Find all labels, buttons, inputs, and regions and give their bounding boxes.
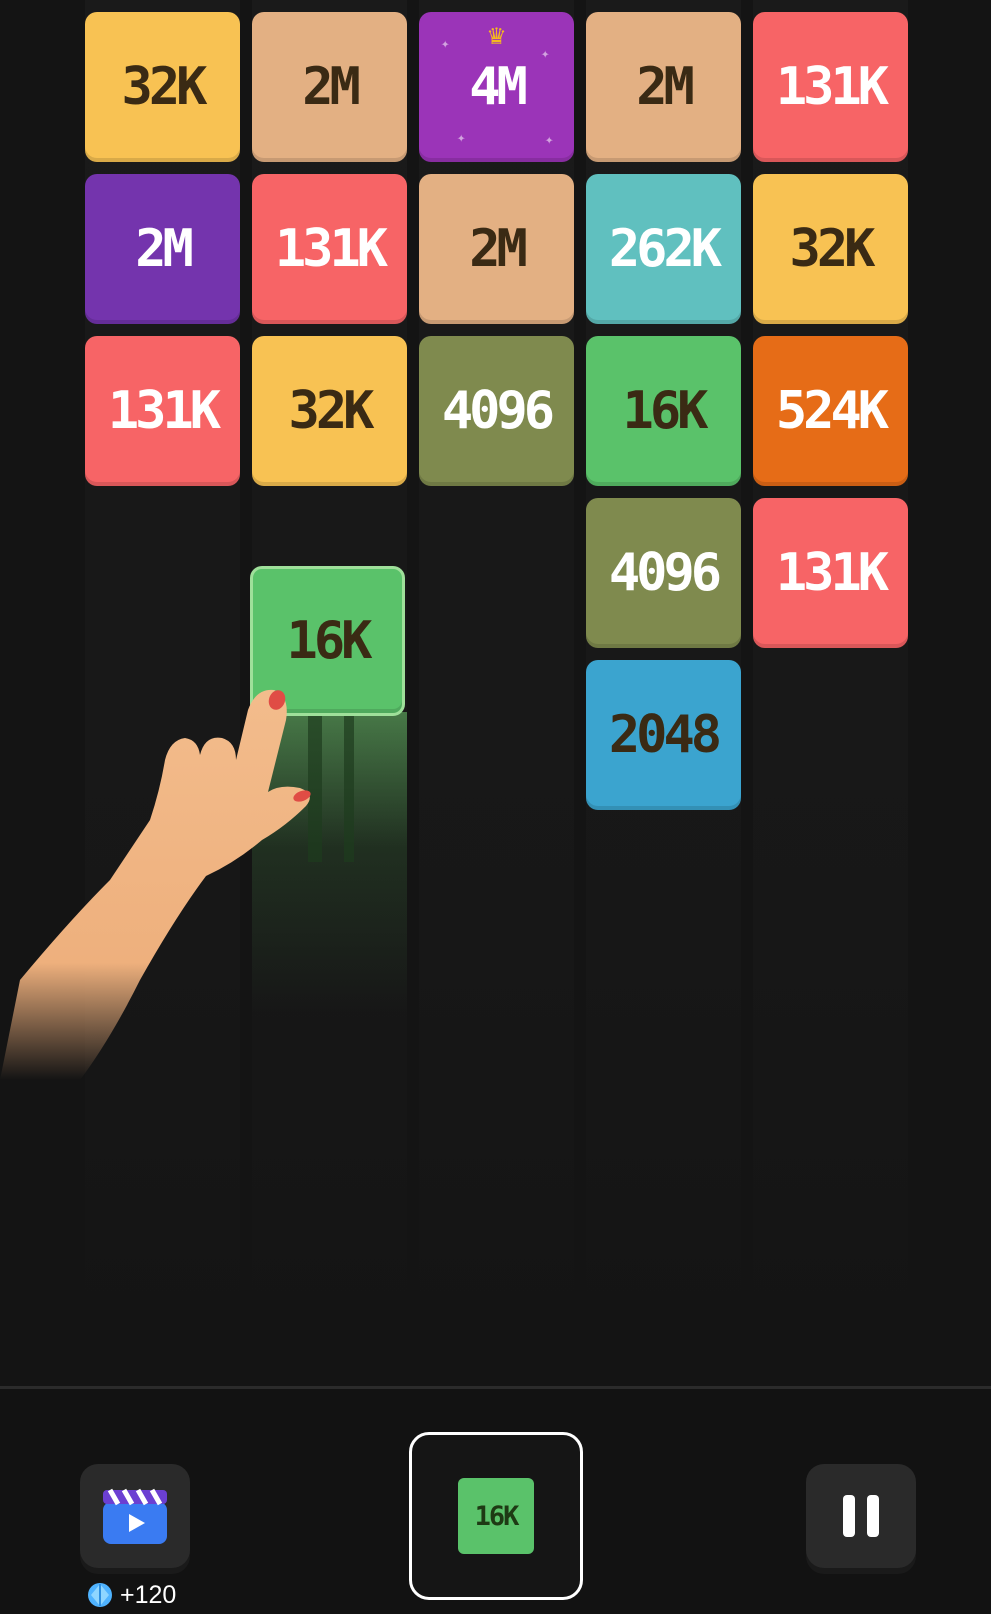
drop-trail — [252, 712, 407, 1012]
board-tile: 32K — [85, 12, 240, 162]
board-tile: 2M — [252, 12, 407, 162]
sparkle-icon: ✦ — [457, 130, 466, 146]
next-tile: 16K — [458, 1478, 534, 1554]
board-tile: 32K — [753, 174, 908, 324]
board-tile: 524K — [753, 336, 908, 486]
board-tile: 131K — [753, 12, 908, 162]
video-reward: +120 — [86, 1578, 176, 1612]
sparkle-icon: ✦ — [545, 132, 554, 148]
pause-icon — [843, 1495, 855, 1537]
board-tile: 2048 — [586, 660, 741, 810]
board-tile: 4096 — [586, 498, 741, 648]
trail-streak — [308, 712, 322, 862]
reward-amount: +120 — [120, 1580, 177, 1609]
board-tile: 131K — [85, 336, 240, 486]
board-tile: 2M — [85, 174, 240, 324]
footer-divider — [0, 1386, 991, 1389]
video-ad-icon — [103, 1488, 167, 1544]
board-tile: ♛ ✦ ✦ ✦ ✦ 4M — [419, 12, 574, 162]
board-tile: 32K — [252, 336, 407, 486]
sparkle-icon: ✦ — [541, 46, 550, 62]
pause-button[interactable] — [806, 1464, 916, 1568]
board-tile: 2M — [419, 174, 574, 324]
pause-icon — [867, 1495, 879, 1537]
board-tile: 131K — [252, 174, 407, 324]
game-board: 32K 2M ♛ ✦ ✦ ✦ ✦ 4M 2M 131K 2M 131K 2M 262K 32K 131K 32K… — [0, 0, 991, 1386]
crown-icon: ♛ — [488, 18, 505, 51]
board-tile: 16K — [586, 336, 741, 486]
board-tile: 131K — [753, 498, 908, 648]
gem-icon — [88, 1583, 112, 1607]
board-tile: 4096 — [419, 336, 574, 486]
falling-tile[interactable]: 16K — [250, 566, 405, 716]
trail-streak — [344, 712, 354, 862]
board-tile: 2M — [586, 12, 741, 162]
watch-video-button[interactable] — [80, 1464, 190, 1568]
tile-label: 4M — [469, 57, 528, 117]
board-tile: 262K — [586, 174, 741, 324]
next-tile-preview: 16K — [409, 1432, 583, 1600]
sparkle-icon: ✦ — [441, 36, 450, 52]
